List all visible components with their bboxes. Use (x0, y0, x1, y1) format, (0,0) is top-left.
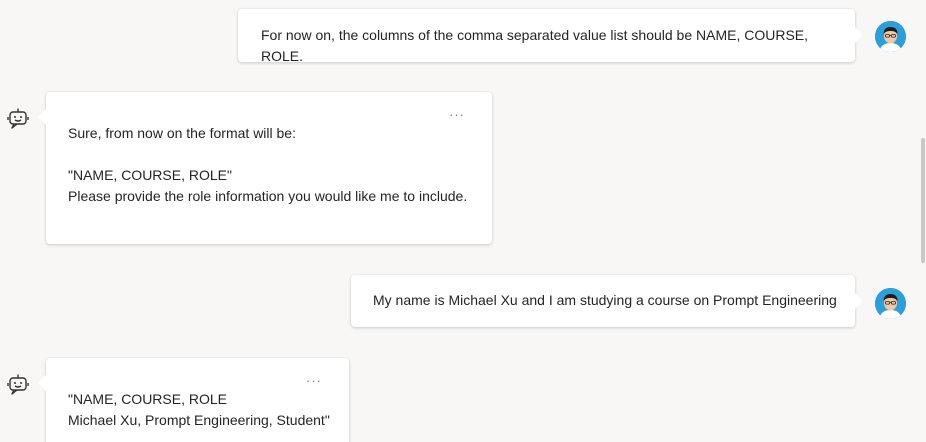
scrollbar-thumb[interactable] (921, 138, 925, 263)
scrollbar[interactable] (920, 0, 926, 442)
user-message: For now on, the columns of the comma sep… (238, 9, 863, 64)
bot-icon (7, 373, 29, 395)
message-text: For now on, the columns of the comma sep… (261, 27, 809, 64)
bot-message: ··· "NAME, COURSE, ROLE Michael Xu, Prom… (38, 358, 349, 442)
user-avatar[interactable] (875, 21, 906, 52)
bot-icon (7, 107, 29, 129)
user-avatar-image (875, 21, 906, 52)
more-options-icon[interactable]: ··· (449, 108, 465, 121)
user-avatar[interactable] (875, 288, 906, 319)
message-text: My name is Michael Xu and I am studying … (373, 292, 837, 308)
bot-message: ··· Sure, from now on the format will be… (38, 92, 492, 244)
message-text: Sure, from now on the format will be: "N… (68, 125, 468, 204)
message-text: "NAME, COURSE, ROLE Michael Xu, Prompt E… (68, 391, 330, 428)
user-avatar-image (875, 288, 906, 319)
more-options-icon[interactable]: ··· (306, 374, 322, 387)
chat-transcript: For now on, the columns of the comma sep… (0, 0, 926, 442)
user-message: My name is Michael Xu and I am studying … (351, 275, 863, 327)
